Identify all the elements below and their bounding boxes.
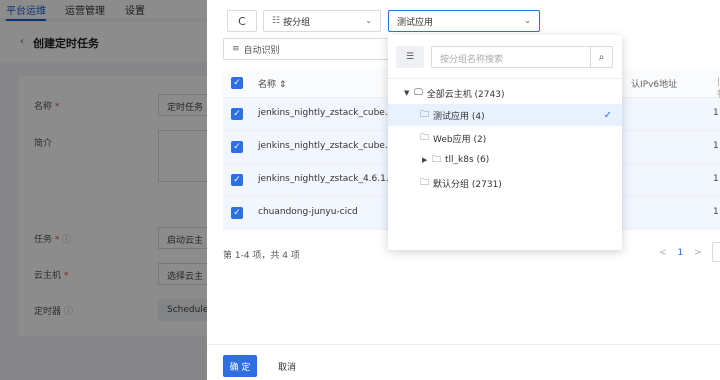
folder-icon: 🗀 — [420, 178, 430, 188]
row-value: 1 — [713, 108, 719, 118]
tree-node-web-app[interactable]: 🗀 Web应用 (2) — [388, 127, 622, 149]
row-name: chuandong-junyu-cicd — [258, 207, 358, 217]
caret-down-icon[interactable]: ▼ — [404, 89, 414, 97]
folder-icon: 🗀 — [420, 133, 430, 143]
page-number[interactable]: 1 — [677, 248, 683, 258]
chevron-down-icon: ⌄ — [524, 16, 531, 25]
group-value-label: 测试应用 — [397, 17, 434, 28]
tree-node-test-app[interactable]: 🗀 测试应用 (4) ✓ — [388, 104, 622, 126]
divider — [388, 78, 622, 79]
pagination: < 1 > — [659, 248, 702, 258]
col-ipv6-header: 认IPv6地址 — [631, 80, 678, 90]
monitor-icon: 🖵 — [414, 88, 423, 98]
row-checkbox[interactable]: ✓ — [231, 108, 243, 120]
tree-node-label: tll_k8s (6) — [445, 155, 490, 165]
tree-node-label: 全部云主机 (2743) — [426, 89, 505, 100]
group-by-select[interactable]: ☷ 按分组 ⌄ — [263, 10, 381, 32]
group-value-select[interactable]: 测试应用 ⌄ — [388, 10, 540, 32]
row-checkbox[interactable]: ✓ — [231, 207, 243, 219]
filter-label: 自动识别 — [243, 45, 280, 56]
modal-overlay[interactable] — [0, 0, 207, 380]
refresh-icon: C — [238, 14, 246, 28]
confirm-button[interactable]: 确 定 — [223, 355, 257, 377]
refresh-button[interactable]: C — [227, 10, 257, 32]
filter-icon: ≡ — [232, 44, 240, 54]
folder-icon: 🗀 — [420, 110, 430, 120]
group-icon: ☷ — [272, 16, 281, 26]
row-checkbox[interactable]: ✓ — [231, 174, 243, 186]
pagination-info: 第 1-4 项，共 4 项 — [223, 251, 300, 261]
search-placeholder: 按分组名称搜索 — [440, 55, 504, 65]
group-search-input[interactable]: 按分组名称搜索 ⌕ — [431, 46, 613, 68]
col-name-header[interactable]: 名称 ⇕ — [258, 77, 286, 90]
check-icon: ✓ — [603, 109, 612, 121]
folder-icon: 🗀 — [432, 155, 442, 165]
row-value: 1 — [713, 207, 719, 217]
caret-right-icon[interactable]: ▶ — [422, 156, 432, 164]
search-icon[interactable]: ⌕ — [590, 47, 612, 67]
chevron-down-icon: ⌄ — [365, 16, 372, 25]
cancel-button[interactable]: 取消 — [278, 360, 296, 373]
select-all-checkbox[interactable]: ✓ — [231, 77, 243, 89]
page-size-select[interactable] — [712, 242, 720, 262]
list-view-button[interactable]: ☰ — [396, 46, 424, 68]
row-name: jenkins_nightly_zstack_cube. — [258, 141, 388, 151]
row-checkbox[interactable]: ✓ — [231, 141, 243, 153]
tree-node-label: Web应用 (2) — [433, 134, 487, 145]
row-value: 1 — [713, 141, 719, 151]
group-by-label: 按分组 — [283, 17, 311, 28]
tree-node-default-group[interactable]: 🗀 默认分组 (2731) — [388, 172, 622, 194]
tree-node-tll-k8s[interactable]: ▶ 🗀 tll_k8s (6) — [388, 149, 622, 171]
tree-node-all-vms[interactable]: ▼ 🖵 全部云主机 (2743) — [388, 82, 622, 104]
prev-page-button[interactable]: < — [659, 248, 667, 258]
filter-input[interactable]: ≡ 自动识别 — [223, 38, 393, 60]
drawer-footer: 确 定 取消 — [207, 344, 720, 380]
tree-node-label: 默认分组 (2731) — [433, 179, 502, 190]
row-value: 1 — [713, 174, 719, 184]
tree-node-label: 测试应用 (4) — [433, 111, 485, 122]
row-name: jenkins_nightly_zstack_4.6.1. — [258, 174, 389, 184]
row-name: jenkins_nightly_zstack_cube. — [258, 108, 388, 118]
group-dropdown: ☰ 按分组名称搜索 ⌕ ▼ 🖵 全部云主机 (2743) 🗀 测试应用 (4) … — [388, 35, 622, 250]
next-page-button[interactable]: > — [694, 248, 702, 258]
list-icon: ☰ — [405, 52, 415, 62]
